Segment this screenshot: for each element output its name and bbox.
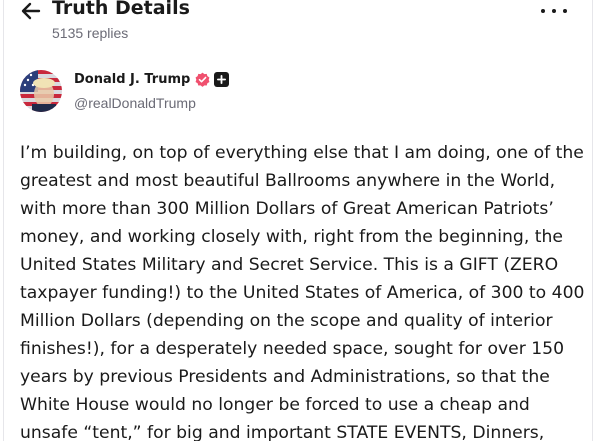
more-options-button[interactable] — [541, 3, 567, 19]
post-text-line: taxpayer funding!) to the United States … — [20, 283, 585, 303]
page-header: Truth Details 5135 replies — [0, 0, 598, 52]
post-text-line: White House would no longer be forced to… — [20, 395, 530, 415]
post-text-line: Million Dollars (depending on the scope … — [20, 311, 553, 331]
page-title: Truth Details — [52, 0, 190, 19]
post-text-line: United States Military and Secret Servic… — [20, 255, 559, 275]
post-text-line: unsafe “tent,” for big and important STA… — [20, 423, 545, 441]
profile-avatar-image — [20, 70, 62, 112]
post-text-line: greatest and most beautiful Ballrooms an… — [20, 171, 556, 191]
post-text-line: money, and working closely with, right f… — [20, 227, 563, 247]
reply-count: 5135 replies — [52, 25, 129, 41]
author-name-row: Donald J. Trump — [74, 72, 230, 87]
post-author: Donald J. Trump @realDonaldTrump — [20, 70, 580, 114]
verified-badge-icon — [195, 72, 210, 87]
post-text-line: with more than 300 Million Dollars of Gr… — [20, 199, 554, 219]
avatar[interactable] — [20, 70, 62, 112]
post-text-line: I’m building, on top of everything else … — [20, 143, 584, 163]
more-horizontal-icon — [541, 9, 545, 13]
post-text: I’m building, on top of everything else … — [20, 139, 585, 441]
author-display-name[interactable]: Donald J. Trump — [74, 72, 190, 87]
post-text-line: years by previous Presidents and Adminis… — [20, 367, 550, 387]
arrow-left-icon — [21, 2, 41, 20]
plus-icon[interactable] — [214, 72, 230, 87]
author-handle[interactable]: @realDonaldTrump — [74, 95, 196, 111]
post-text-line: finishes!), for a desperately needed spa… — [20, 339, 565, 359]
back-button[interactable] — [18, 0, 44, 22]
